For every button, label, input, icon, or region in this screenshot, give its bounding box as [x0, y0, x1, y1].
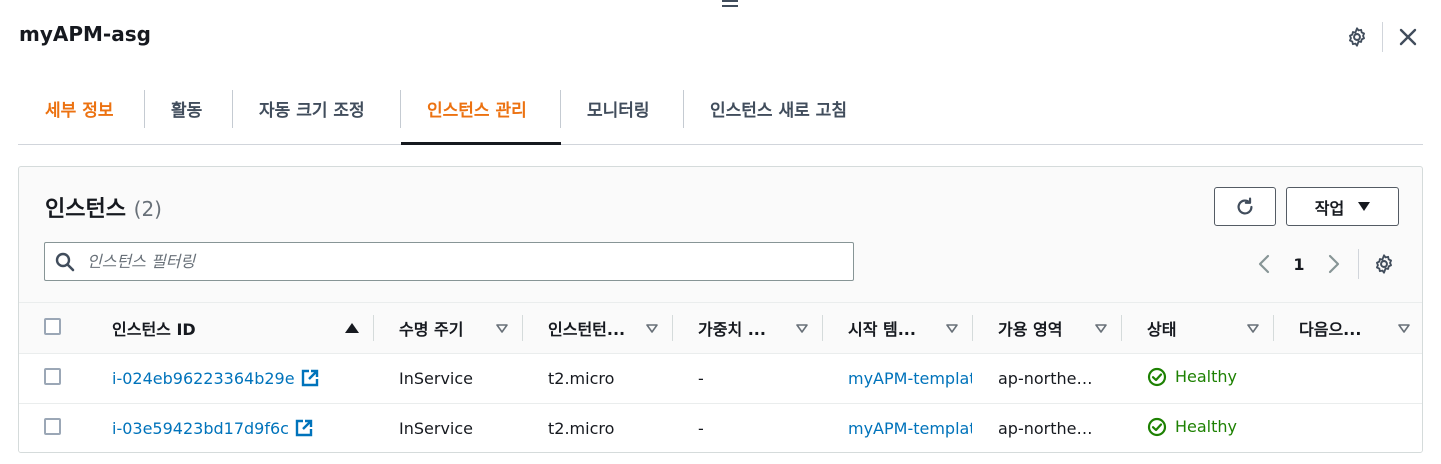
column-header-status[interactable]: 상태	[1121, 303, 1273, 354]
lifecycle-cell: InService	[399, 369, 473, 388]
column-header-next[interactable]: 다음으...	[1273, 303, 1422, 354]
table-row: i-024eb96223364b29e InService t2.micro -…	[19, 353, 1422, 404]
row-checkbox[interactable]	[44, 368, 61, 385]
instance-id-link[interactable]: i-024eb96223364b29e	[112, 369, 295, 388]
instance-filter-input[interactable]	[87, 252, 807, 271]
close-icon[interactable]	[1395, 24, 1421, 50]
page-number[interactable]: 1	[1274, 255, 1324, 274]
sort-ascending-icon	[345, 323, 359, 333]
status-badge: Healthy	[1147, 417, 1237, 437]
instances-table: 인스턴스 ID 수명 주기 인스턴턴... 가중치 ... 시작 템... 가용…	[19, 302, 1422, 453]
next-page-icon[interactable]	[1324, 252, 1344, 276]
tab-instance-management[interactable]: 인스턴스 관리	[401, 88, 561, 145]
table-header-row: 인스턴스 ID 수명 주기 인스턴턴... 가중치 ... 시작 템... 가용…	[19, 302, 1422, 354]
table-preferences-gear-icon[interactable]	[1371, 251, 1397, 277]
column-header-instance-id[interactable]: 인스턴스 ID	[86, 303, 373, 354]
actions-dropdown-button[interactable]: 작업	[1286, 187, 1399, 226]
caret-down-icon	[1358, 202, 1371, 211]
refresh-icon	[1237, 196, 1253, 215]
sort-icon	[946, 323, 958, 333]
sort-icon	[1247, 323, 1259, 333]
sort-icon	[646, 323, 658, 333]
previous-page-icon[interactable]	[1254, 252, 1274, 276]
panel-title: myAPM-asg	[19, 22, 151, 46]
drag-handle[interactable]	[722, 0, 738, 10]
tab-bar: 세부 정보 활동 자동 크기 조정 인스턴스 관리 모니터링 인스턴스 새로 고…	[18, 88, 1423, 145]
row-checkbox[interactable]	[44, 418, 61, 435]
instances-heading: 인스턴스 (2)	[45, 197, 162, 222]
weight-cell: -	[698, 369, 704, 388]
status-badge: Healthy	[1147, 367, 1237, 387]
column-header-instance-type[interactable]: 인스턴턴...	[522, 303, 672, 354]
column-header-availability-zone[interactable]: 가용 영역	[972, 303, 1121, 354]
table-row: i-03e59423bd17d9f6c InService t2.micro -…	[19, 403, 1422, 453]
tab-monitoring[interactable]: 모니터링	[561, 88, 684, 144]
instance-id-link[interactable]: i-03e59423bd17d9f6c	[112, 419, 289, 438]
check-circle-icon	[1147, 417, 1167, 436]
sort-icon	[496, 323, 508, 333]
settings-gear-icon[interactable]	[1344, 24, 1370, 50]
tab-instance-refresh[interactable]: 인스턴스 새로 고침	[684, 88, 894, 144]
instances-count: (2)	[133, 197, 162, 221]
refresh-button[interactable]	[1214, 187, 1276, 226]
next-cell	[1273, 404, 1422, 453]
weight-cell: -	[698, 419, 704, 438]
check-circle-icon	[1147, 367, 1167, 386]
column-header-weight[interactable]: 가중치 ...	[672, 303, 822, 354]
column-header-lifecycle[interactable]: 수명 주기	[373, 303, 522, 354]
search-icon	[55, 252, 75, 272]
instance-type-cell: t2.micro	[548, 369, 615, 388]
lifecycle-cell: InService	[399, 419, 473, 438]
launch-template-link[interactable]: myAPM-templat	[848, 419, 972, 438]
select-all-checkbox[interactable]	[44, 317, 61, 335]
instance-type-cell: t2.micro	[548, 419, 615, 438]
column-header-launch-template[interactable]: 시작 템...	[822, 303, 972, 354]
tab-activity[interactable]: 활동	[145, 88, 233, 144]
pagination: 1	[1254, 249, 1397, 279]
instances-panel: 인스턴스 (2) 작업 1 인스턴스	[18, 166, 1423, 453]
tab-details[interactable]: 세부 정보	[18, 88, 145, 144]
sort-icon	[1398, 323, 1410, 333]
external-link-icon[interactable]	[301, 369, 319, 387]
sort-icon	[1095, 323, 1107, 333]
sort-icon	[796, 323, 808, 333]
external-link-icon[interactable]	[295, 419, 313, 437]
next-cell	[1273, 354, 1422, 404]
instance-filter-field[interactable]	[44, 242, 854, 281]
header-actions	[1344, 22, 1421, 52]
availability-zone-cell: ap-northe…	[998, 419, 1093, 438]
availability-zone-cell: ap-northe…	[998, 369, 1093, 388]
launch-template-link[interactable]: myAPM-templat	[848, 369, 972, 388]
tab-auto-scaling[interactable]: 자동 크기 조정	[233, 88, 401, 144]
